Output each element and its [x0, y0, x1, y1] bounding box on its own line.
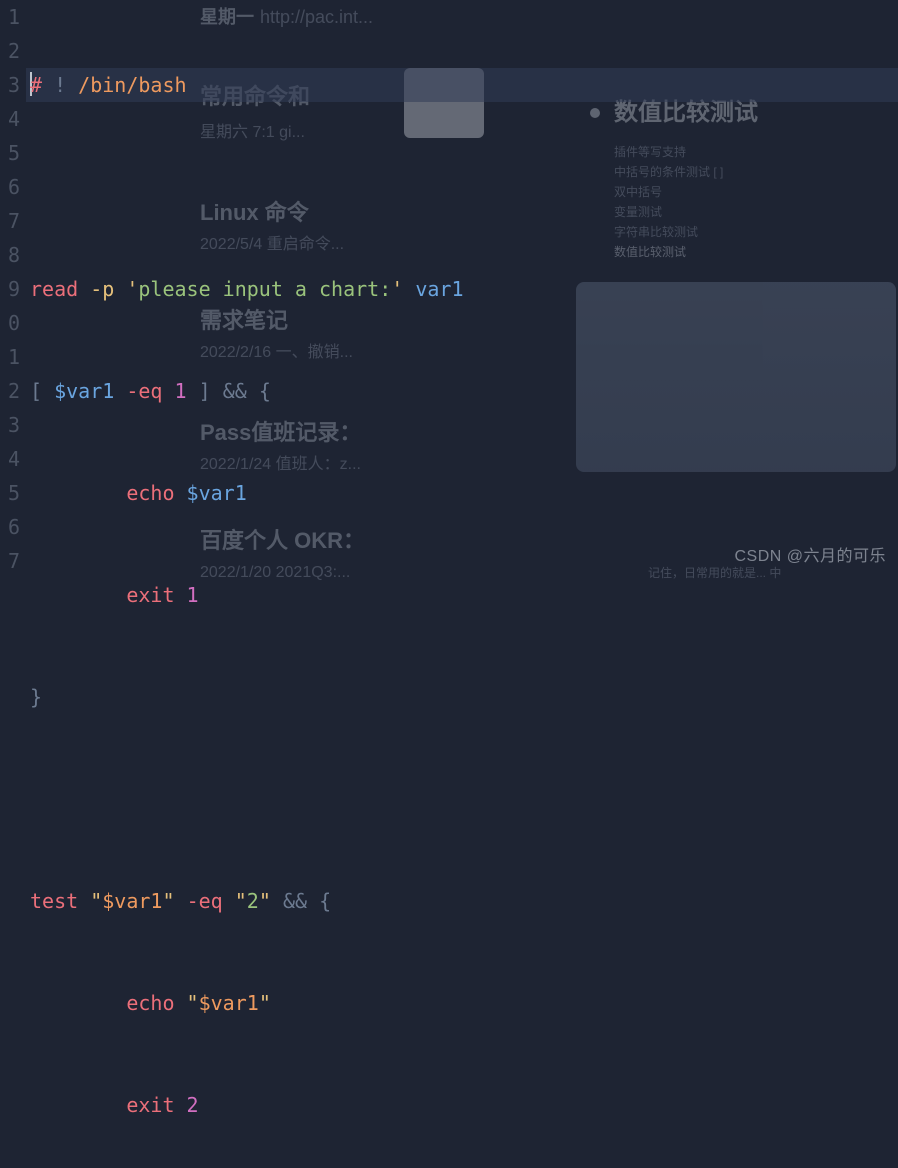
code-editor[interactable]: 1 2 3 4 5 6 7 8 9 0 1 2 3 4 5 6 7 # ! /b… [0, 0, 898, 584]
token-brace: { [319, 889, 331, 913]
code-line[interactable]: exit 2 [26, 1088, 898, 1122]
code-line[interactable]: } [26, 680, 898, 714]
token-quote: " [90, 889, 102, 913]
token-op: && [283, 889, 319, 913]
line-number: 0 [0, 306, 20, 340]
token-quote: " [259, 889, 283, 913]
code-line[interactable]: echo $var1 [26, 476, 898, 510]
code-line[interactable]: echo "$var1" [26, 986, 898, 1020]
token-cmd: exit [126, 1093, 186, 1117]
line-number: 6 [0, 170, 20, 204]
token-quote: " [235, 889, 247, 913]
token-op: -eq [126, 379, 174, 403]
token-flag: -p [90, 277, 126, 301]
line-number: 1 [0, 340, 20, 374]
code-line[interactable]: test "$var1" -eq "2" && { [26, 884, 898, 918]
token-path: /bin/bash [78, 73, 186, 97]
line-number: 4 [0, 102, 20, 136]
token-bang: ! [42, 73, 78, 97]
token-quote: ' [391, 277, 403, 301]
line-number: 5 [0, 476, 20, 510]
token-indent [30, 583, 126, 607]
token-op: -eq [187, 889, 235, 913]
token-var: var1 [403, 277, 463, 301]
token-bracket: ] [199, 379, 223, 403]
token-number: 1 [175, 379, 199, 403]
token-cmd: test [30, 889, 90, 913]
line-number: 3 [0, 68, 20, 102]
watermark: CSDN @六月的可乐 [734, 540, 886, 574]
line-number-gutter: 1 2 3 4 5 6 7 8 9 0 1 2 3 4 5 6 7 [0, 0, 26, 584]
code-line[interactable]: read -p 'please input a chart:' var1 [26, 272, 898, 306]
token-bracket: [ [30, 379, 54, 403]
line-number: 1 [0, 0, 20, 34]
token-shebang-hash: # [30, 73, 42, 97]
line-number: 3 [0, 408, 20, 442]
token-var: $var1 [102, 889, 162, 913]
token-string: please input a chart: [138, 277, 391, 301]
token-indent [30, 1093, 126, 1117]
line-number: 4 [0, 442, 20, 476]
code-line[interactable] [26, 782, 898, 816]
token-indent [30, 991, 126, 1015]
line-number: 7 [0, 204, 20, 238]
code-area[interactable]: # ! /bin/bash read -p 'please input a ch… [26, 0, 898, 584]
token-quote: " [259, 991, 271, 1015]
code-line[interactable]: # ! /bin/bash [26, 68, 898, 102]
line-number: 5 [0, 136, 20, 170]
token-brace: { [259, 379, 271, 403]
token-cmd: exit [126, 583, 186, 607]
token-cmd: echo [126, 991, 186, 1015]
token-cmd: read [30, 277, 90, 301]
code-line[interactable]: exit 1 [26, 578, 898, 612]
token-var: $var1 [187, 481, 247, 505]
line-number: 8 [0, 238, 20, 272]
line-number: 6 [0, 510, 20, 544]
line-number: 9 [0, 272, 20, 306]
token-number: 2 [187, 1093, 199, 1117]
token-indent [30, 481, 126, 505]
code-line[interactable] [26, 170, 898, 204]
token-number: 1 [187, 583, 199, 607]
line-number: 2 [0, 34, 20, 68]
token-quote: " [162, 889, 186, 913]
token-brace: } [30, 685, 42, 709]
token-quote: " [187, 991, 199, 1015]
code-line[interactable]: [ $var1 -eq 1 ] && { [26, 374, 898, 408]
line-number: 2 [0, 374, 20, 408]
token-var: $var1 [54, 379, 126, 403]
token-op: && [223, 379, 259, 403]
token-string: 2 [247, 889, 259, 913]
token-cmd: echo [126, 481, 186, 505]
token-var: $var1 [199, 991, 259, 1015]
line-number: 7 [0, 544, 20, 578]
token-quote: ' [126, 277, 138, 301]
